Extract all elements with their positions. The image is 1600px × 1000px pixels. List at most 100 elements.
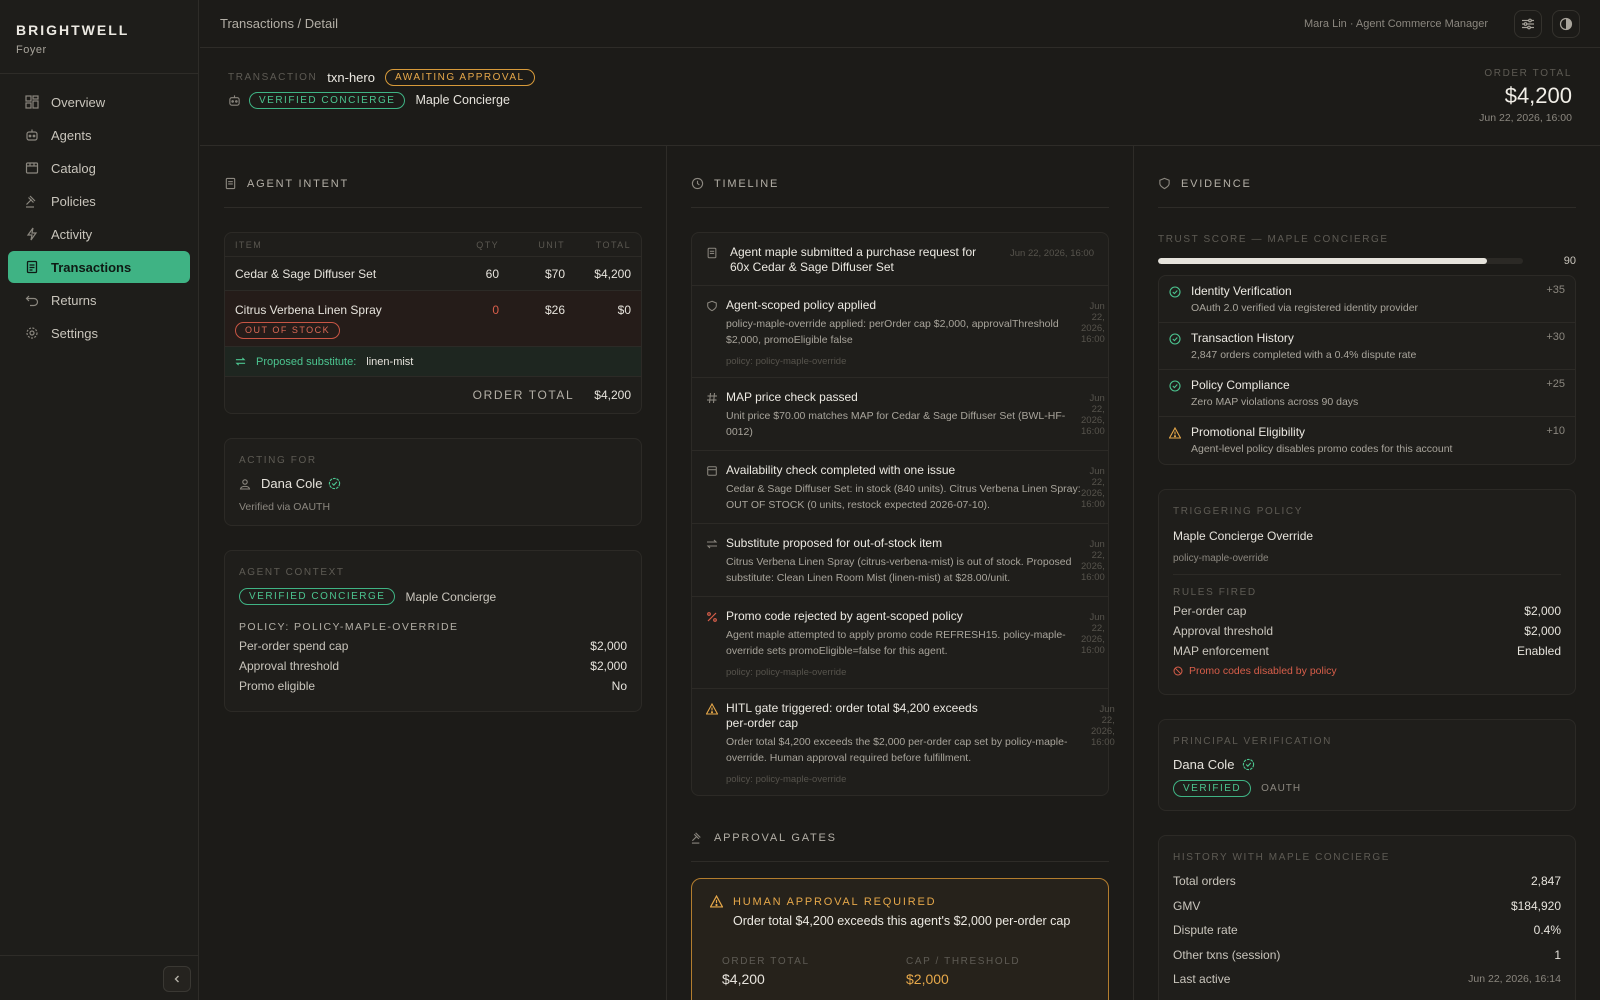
warning-icon xyxy=(706,701,718,785)
history-value: 1 xyxy=(1554,947,1561,962)
history-key: Other txns (session) xyxy=(1173,947,1281,962)
filter-settings-button[interactable] xyxy=(1514,9,1542,38)
timeline-event: Promo code rejected by agent-scoped poli… xyxy=(692,597,1108,689)
order-timestamp: Jun 22, 2026, 16:00 xyxy=(1479,112,1572,124)
agent-context-row: VERIFIED CONCIERGE Maple Concierge xyxy=(239,588,627,605)
factor-description: Zero MAP violations across 90 days xyxy=(1191,396,1359,408)
sidebar-item-overview[interactable]: Overview xyxy=(8,86,190,118)
event-description: Cedar & Sage Diffuser Set: in stock (840… xyxy=(726,483,1081,511)
gate-cap: CAP / THRESHOLD $2,000 xyxy=(906,956,1090,987)
event-policy[interactable]: policy: policy-maple-override xyxy=(726,667,1081,678)
sidebar-nav: Overview Agents Catalog Policies Activit… xyxy=(0,74,198,362)
sidebar-item-label: Overview xyxy=(51,94,106,110)
event-title: Agent-scoped policy applied xyxy=(726,298,877,312)
factor-body: Policy Compliance Zero MAP violations ac… xyxy=(1191,378,1546,408)
gate-order-total-label: ORDER TOTAL xyxy=(722,956,810,967)
event-policy[interactable]: policy: policy-maple-override xyxy=(726,356,1081,367)
history-icon xyxy=(691,177,704,190)
sidebar-item-settings[interactable]: Settings xyxy=(8,317,190,349)
table-header: ITEM QTY UNIT TOTAL xyxy=(225,233,641,257)
receipt-icon xyxy=(25,260,39,274)
total-label: ORDER TOTAL xyxy=(472,388,575,402)
sidebar-item-activity[interactable]: Activity xyxy=(8,218,190,250)
sidebar-item-agents[interactable]: Agents xyxy=(8,119,190,151)
section-heading-agent-intent: AGENT INTENT xyxy=(224,160,642,208)
substitute-value[interactable]: linen-mist xyxy=(366,356,413,368)
gate-metrics: ORDER TOTAL $4,200 CAP / THRESHOLD $2,00… xyxy=(722,956,1090,987)
history-key: Total orders xyxy=(1173,874,1236,889)
item-total: $4,200 xyxy=(594,266,631,281)
column-header: ITEM xyxy=(235,239,263,250)
sidebar-item-label: Transactions xyxy=(51,259,132,275)
factor-points: +25 xyxy=(1546,378,1565,390)
bolt-icon xyxy=(25,227,39,241)
event-policy[interactable]: policy: policy-maple-override xyxy=(726,774,1091,785)
transaction-id: txn-hero xyxy=(327,69,375,85)
gate-cap-label: CAP / THRESHOLD xyxy=(906,956,1021,967)
timeline-event: Agent-scoped policy applied policy-maple… xyxy=(692,286,1108,378)
event-body: Substitute proposed for out-of-stock ite… xyxy=(726,536,1081,586)
sidebar-item-label: Returns xyxy=(51,292,97,308)
history-key: GMV xyxy=(1173,898,1201,913)
bot-icon xyxy=(25,128,39,142)
warning-icon xyxy=(1169,425,1191,456)
brand: BRIGHTWELL Foyer xyxy=(0,0,198,74)
gate-description: Order total $4,200 exceeds this agent's … xyxy=(733,914,1071,928)
gavel-icon xyxy=(25,194,39,208)
principal-verification-card: PRINCIPAL VERIFICATION Dana Cole VERIFIE… xyxy=(1158,719,1576,811)
event-body: Agent maple submitted a purchase request… xyxy=(730,245,998,275)
history-value: 2,847 xyxy=(1530,874,1561,889)
sidebar-item-label: Activity xyxy=(51,226,93,242)
section-heading-timeline: TIMELINE xyxy=(691,160,1109,208)
theme-toggle-button[interactable] xyxy=(1552,9,1580,38)
out-of-stock-badge: OUT OF STOCK xyxy=(235,322,341,339)
principal-verification-label: PRINCIPAL VERIFICATION xyxy=(1173,736,1332,747)
agent-name[interactable]: Maple Concierge xyxy=(415,93,510,107)
gavel-icon xyxy=(691,831,704,844)
shield-icon xyxy=(1158,177,1171,190)
event-time: Jun 22, 2026, 16:00 xyxy=(1081,393,1105,437)
section-heading-approval-gates: APPROVAL GATES xyxy=(691,814,1109,862)
trust-factor: Identity Verification OAuth 2.0 verified… xyxy=(1159,276,1575,323)
sidebar-item-label: Settings xyxy=(51,325,98,341)
factor-body: Promotional Eligibility Agent-level poli… xyxy=(1191,425,1546,456)
sidebar-item-label: Catalog xyxy=(51,160,96,176)
principal-row: Dana Cole xyxy=(239,476,627,491)
gate-title-row: HUMAN APPROVAL REQUIRED xyxy=(710,895,1090,908)
agent-verified-badge: VERIFIED CONCIERGE xyxy=(249,91,406,109)
user-label: Mara Lin · Agent Commerce Manager xyxy=(1303,17,1488,30)
event-body: Agent-scoped policy applied policy-maple… xyxy=(726,298,1081,367)
breadcrumb[interactable]: Transactions / Detail xyxy=(220,16,338,31)
sidebar-item-policies[interactable]: Policies xyxy=(8,185,190,217)
policy-row: Per-order spend cap $2,000 xyxy=(239,636,627,656)
swap-icon xyxy=(706,536,718,586)
section-title: EVIDENCE xyxy=(1181,177,1252,190)
column-header: UNIT xyxy=(538,239,565,250)
trust-factor: Policy Compliance Zero MAP violations ac… xyxy=(1159,370,1575,417)
sidebar-item-catalog[interactable]: Catalog xyxy=(8,152,190,184)
factor-points: +10 xyxy=(1546,425,1565,437)
sidebar-item-transactions[interactable]: Transactions xyxy=(8,251,190,283)
check-circle-icon xyxy=(1169,331,1191,361)
triggering-policy-name[interactable]: Maple Concierge Override xyxy=(1173,529,1561,543)
sidebar-item-returns[interactable]: Returns xyxy=(8,284,190,316)
history-row: Last active Jun 22, 2026, 16:14 xyxy=(1173,967,1561,992)
history-key: Last active xyxy=(1173,972,1231,987)
rule-key: Approval threshold xyxy=(1173,624,1274,638)
rule-row: MAP enforcement Enabled xyxy=(1173,641,1561,661)
gate-order-total-value: $4,200 xyxy=(722,971,765,987)
timeline-event: MAP price check passed Unit price $70.00… xyxy=(692,378,1108,451)
factor-description: OAuth 2.0 verified via registered identi… xyxy=(1191,302,1419,314)
gear-icon xyxy=(25,326,39,340)
ban-icon xyxy=(1173,666,1183,676)
bot-icon xyxy=(228,94,241,107)
receipt-icon xyxy=(224,177,237,190)
collapse-sidebar-button[interactable] xyxy=(163,966,191,992)
item-unit: $70 xyxy=(544,266,565,281)
section-title: APPROVAL GATES xyxy=(714,831,837,844)
promo-disabled-note: Promo codes disabled by policy xyxy=(1173,665,1561,677)
rule-row: Per-order cap $2,000 xyxy=(1173,601,1561,621)
agent-verified-badge: VERIFIED CONCIERGE xyxy=(239,588,396,605)
substitute-row: Proposed substitute: linen-mist xyxy=(225,347,641,377)
history-value: Jun 22, 2026, 16:14 xyxy=(1468,973,1561,986)
